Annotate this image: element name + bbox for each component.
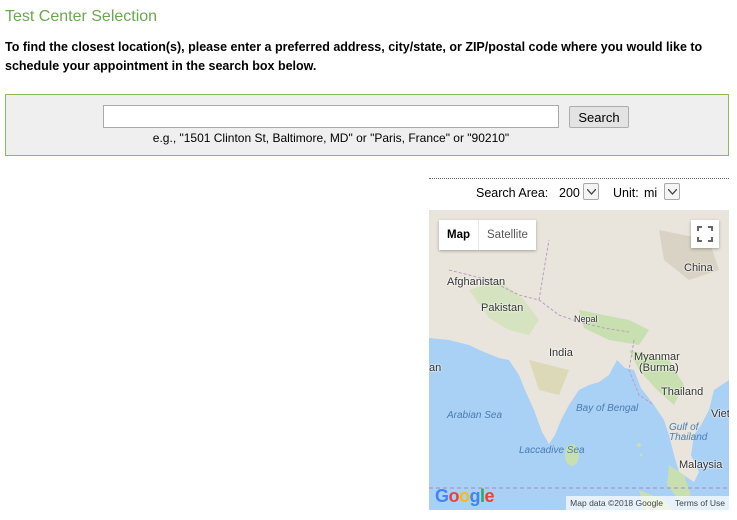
map-label-bay-of-bengal: Bay of Bengal <box>576 403 639 414</box>
fullscreen-button[interactable] <box>691 220 719 248</box>
map-label-left-edge: an <box>429 362 442 374</box>
map-type-control: Map Satellite <box>439 220 536 250</box>
map-label-china: China <box>684 262 713 274</box>
google-logo: Google <box>435 486 495 506</box>
map[interactable]: zstan China Afghanistan Pakistan Nepal I… <box>429 210 729 510</box>
map-label-india: India <box>549 347 573 359</box>
map-label-thailand: Thailand <box>661 386 704 398</box>
map-label-laccadive-sea: Laccadive Sea <box>519 445 585 456</box>
map-attribution: Map data ©2018 Google Terms of Use <box>566 496 729 510</box>
chevron-down-icon <box>668 189 677 195</box>
map-tab-map[interactable]: Map <box>439 220 478 250</box>
unit-label: Unit: <box>613 186 639 200</box>
chevron-down-icon <box>587 189 596 195</box>
search-button[interactable]: Search <box>569 106 629 128</box>
map-label-gulf-of-thailand-2: Thailand <box>669 432 708 443</box>
instructions-text: To find the closest location(s), please … <box>5 40 703 73</box>
map-label-nepal: Nepal <box>574 314 598 324</box>
search-area-select[interactable]: 200 <box>559 186 580 200</box>
map-label-afghanistan: Afghanistan <box>447 276 506 288</box>
search-hint: e.g., "1501 Clinton St, Baltimore, MD" o… <box>152 131 510 145</box>
unit-dropdown[interactable] <box>664 183 680 200</box>
unit-select[interactable]: mi <box>644 186 657 200</box>
terms-of-use-link[interactable]: Terms of Use <box>675 498 725 510</box>
page-title: Test Center Selection <box>5 8 158 25</box>
map-data-credit: Map data ©2018 Google <box>570 498 663 508</box>
search-input[interactable] <box>103 105 559 128</box>
map-tab-satellite[interactable]: Satellite <box>478 220 536 250</box>
map-label-pakistan: Pakistan <box>481 302 524 314</box>
map-label-vietnam: Viet <box>711 408 729 420</box>
map-label-arabian-sea: Arabian Sea <box>447 410 503 421</box>
search-panel: Search e.g., "1501 Clinton St, Baltimore… <box>5 94 729 156</box>
search-area-label: Search Area: <box>476 186 549 200</box>
map-label-burma: (Burma) <box>639 362 679 374</box>
search-filters: Search Area: 200 Unit: mi <box>429 178 729 204</box>
map-label-malaysia: Malaysia <box>679 459 723 471</box>
fullscreen-icon <box>697 226 713 242</box>
search-area-dropdown[interactable] <box>583 183 599 200</box>
